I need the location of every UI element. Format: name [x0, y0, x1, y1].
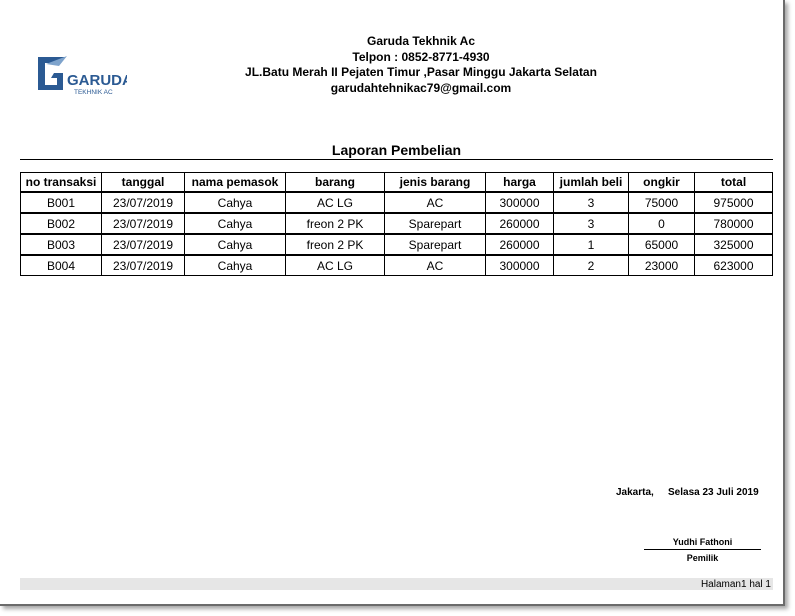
cell-no-transaksi: B002	[20, 212, 102, 235]
svg-text:TEKHNIK AC: TEKHNIK AC	[74, 89, 113, 96]
cell-ongkir: 23000	[628, 254, 695, 276]
report-title: Laporan Pembelian	[331, 142, 462, 158]
cell-jumlah-beli: 1	[553, 233, 629, 256]
cell-harga: 300000	[485, 254, 554, 276]
signer-role: Pemilik	[686, 553, 719, 563]
column-header-harga: harga	[485, 172, 554, 193]
cell-barang: freon 2 PK	[285, 212, 385, 235]
column-header-ongkir: ongkir	[628, 172, 695, 193]
cell-ongkir: 65000	[628, 233, 695, 256]
cell-tanggal: 23/07/2019	[101, 212, 185, 235]
cell-harga: 260000	[485, 233, 554, 256]
company-header: Garuda Tekhnik Ac Telpon : 0852-8771-493…	[200, 34, 642, 96]
cell-nama-pemasok: Cahya	[184, 191, 286, 214]
company-address: JL.Batu Merah II Pejaten Timur ,Pasar Mi…	[245, 65, 597, 79]
cell-ongkir: 75000	[628, 191, 695, 214]
signature-date: Selasa 23 Juli 2019	[668, 487, 759, 498]
cell-tanggal: 23/07/2019	[101, 191, 185, 214]
table-row: B002 23/07/2019 Cahya freon 2 PK Sparepa…	[20, 212, 773, 235]
cell-nama-pemasok: Cahya	[184, 233, 286, 256]
cell-no-transaksi: B003	[20, 233, 102, 256]
svg-text:GARUDA: GARUDA	[67, 72, 127, 89]
column-header-barang: barang	[285, 172, 385, 193]
cell-ongkir: 0	[628, 212, 695, 235]
page-number: Halaman1 hal 1	[700, 579, 771, 590]
column-header-total: total	[694, 172, 773, 193]
page-footer-bar	[20, 578, 773, 590]
cell-total: 780000	[694, 212, 773, 235]
table-row: B003 23/07/2019 Cahya freon 2 PK Sparepa…	[20, 233, 773, 256]
table-row: B001 23/07/2019 Cahya AC LG AC 300000 3 …	[20, 191, 773, 214]
cell-total: 975000	[694, 191, 773, 214]
cell-barang: AC LG	[285, 254, 385, 276]
title-divider	[20, 159, 773, 160]
company-name: Garuda Tekhnik Ac	[366, 34, 476, 48]
cell-jenis-barang: Sparepart	[384, 233, 486, 256]
cell-jenis-barang: AC	[384, 254, 486, 276]
cell-no-transaksi: B004	[20, 254, 102, 276]
cell-harga: 260000	[485, 212, 554, 235]
cell-tanggal: 23/07/2019	[101, 254, 185, 276]
column-header-nama-pemasok: nama pemasok	[184, 172, 286, 193]
company-email: garudahtehnikac79@gmail.com	[330, 80, 512, 95]
cell-jumlah-beli: 2	[553, 254, 629, 276]
garuda-logo: GARUDA TEKHNIK AC	[38, 56, 127, 96]
signature-line	[644, 549, 761, 550]
signature-place: Jakarta,	[616, 487, 654, 498]
cell-total: 623000	[694, 254, 773, 276]
report-page: GARUDA TEKHNIK AC Garuda Tekhnik Ac Telp…	[0, 0, 785, 606]
cell-jenis-barang: Sparepart	[384, 212, 486, 235]
signer-name: Yudhi Fathoni	[672, 537, 733, 547]
cell-jumlah-beli: 3	[553, 191, 629, 214]
cell-jumlah-beli: 3	[553, 212, 629, 235]
cell-tanggal: 23/07/2019	[101, 233, 185, 256]
cell-jenis-barang: AC	[384, 191, 486, 214]
cell-barang: AC LG	[285, 191, 385, 214]
column-header-jumlah-beli: jumlah beli	[553, 172, 629, 193]
column-header-no-transaksi: no transaksi	[20, 172, 102, 193]
column-header-jenis-barang: jenis barang	[384, 172, 486, 193]
company-phone: Telpon : 0852-8771-4930	[352, 49, 490, 64]
cell-no-transaksi: B001	[20, 191, 102, 214]
cell-barang: freon 2 PK	[285, 233, 385, 256]
cell-harga: 300000	[485, 191, 554, 214]
table-row: B004 23/07/2019 Cahya AC LG AC 300000 2 …	[20, 254, 773, 276]
purchase-table: no transaksi tanggal nama pemasok barang…	[20, 172, 773, 276]
column-header-tanggal: tanggal	[101, 172, 185, 193]
cell-total: 325000	[694, 233, 773, 256]
table-header-row: no transaksi tanggal nama pemasok barang…	[20, 172, 773, 193]
cell-nama-pemasok: Cahya	[184, 254, 286, 276]
cell-nama-pemasok: Cahya	[184, 212, 286, 235]
